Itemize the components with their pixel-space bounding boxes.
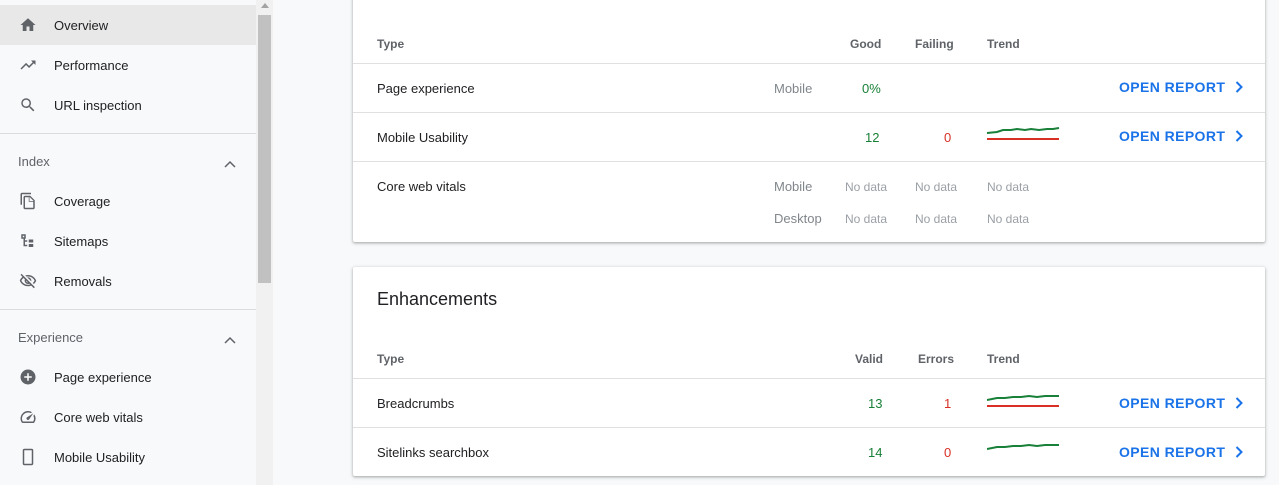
chevron-right-icon [1236, 81, 1244, 93]
nav-core-web-vitals-label: Core web vitals [54, 409, 143, 425]
row-type-sitelinks-searchbox: Sitelinks searchbox [377, 445, 489, 460]
row-divider [353, 378, 1265, 379]
row-good-value: 0% [862, 81, 881, 96]
add-circle-icon [19, 368, 37, 386]
nav-url-inspection[interactable]: URL inspection [0, 85, 256, 125]
visibility-off-icon [19, 272, 37, 290]
trend-valid-line [987, 394, 1059, 401]
open-report-button[interactable]: OPEN REPORT [1119, 395, 1244, 411]
row-divider [353, 112, 1265, 113]
section-experience[interactable]: Experience [0, 317, 256, 357]
trend-valid-line [987, 443, 1059, 450]
row-valid-value: 14 [868, 445, 883, 460]
open-report-button[interactable]: OPEN REPORT [1119, 79, 1244, 95]
trending-up-icon [19, 56, 37, 74]
open-report-label: OPEN REPORT [1119, 444, 1226, 460]
nav-performance[interactable]: Performance [0, 45, 256, 85]
col-header-trend: Trend [987, 352, 1020, 366]
row-type-page-experience: Page experience [377, 81, 475, 96]
nav-page-experience[interactable]: Page experience [0, 357, 256, 397]
row-divider [353, 427, 1265, 428]
open-report-label: OPEN REPORT [1119, 128, 1226, 144]
card-title: Enhancements [377, 289, 498, 309]
row-failing-nodata: No data [915, 212, 958, 226]
col-header-type: Type [377, 37, 405, 51]
row-device-mobile: Mobile [774, 179, 813, 194]
row-trend-nodata: No data [987, 180, 1030, 194]
row-good-nodata: No data [845, 212, 888, 226]
nav-sitemaps[interactable]: Sitemaps [0, 221, 256, 261]
row-valid-value: 13 [868, 396, 883, 411]
nav-coverage-label: Coverage [54, 193, 111, 209]
enhancements-card: Enhancements Type Valid Errors Trend Bre… [353, 267, 1265, 476]
col-header-type: Type [377, 352, 405, 366]
home-icon [19, 16, 37, 34]
nav-performance-label: Performance [54, 57, 129, 73]
trend-sparkline [987, 394, 1059, 407]
chevron-right-icon [1236, 130, 1244, 142]
section-index[interactable]: Index [0, 141, 256, 181]
sidebar-scrollbar[interactable] [256, 0, 273, 485]
nav-core-web-vitals[interactable]: Core web vitals [0, 397, 256, 437]
row-errors-value: 1 [944, 396, 952, 411]
row-device: Mobile [774, 81, 813, 96]
chevron-right-icon [1236, 446, 1244, 458]
row-trend-nodata: No data [987, 212, 1030, 226]
section-experience-label: Experience [18, 329, 84, 345]
col-header-trend: Trend [987, 37, 1020, 51]
nav-mobile-usability-label: Mobile Usability [54, 449, 146, 465]
nav-mobile-usability[interactable]: Mobile Usability [0, 437, 256, 477]
section-index-label: Index [18, 153, 50, 169]
trend-good-line [987, 127, 1060, 134]
sidebar: Overview Performance URL inspection Inde… [0, 0, 256, 485]
chevron-right-icon [1236, 397, 1244, 409]
scrollbar-thumb[interactable] [258, 15, 271, 283]
open-report-label: OPEN REPORT [1119, 79, 1226, 95]
chevron-up-icon[interactable] [224, 332, 236, 347]
open-report-button[interactable]: OPEN REPORT [1119, 444, 1244, 460]
nav-overview[interactable]: Overview [0, 5, 256, 45]
trend-sparkline [987, 127, 1060, 140]
experience-card: Type Good Failing Trend Page experience … [353, 0, 1265, 242]
nav-sitemaps-label: Sitemaps [54, 233, 109, 249]
row-failing-nodata: No data [915, 180, 958, 194]
search-icon [19, 96, 37, 114]
col-header-failing: Failing [915, 37, 954, 51]
smartphone-icon [19, 448, 37, 466]
row-type-core-web-vitals: Core web vitals [377, 179, 466, 194]
file-copy-icon [19, 192, 37, 210]
row-good-nodata: No data [845, 180, 888, 194]
row-divider [353, 161, 1265, 162]
nav-page-experience-label: Page experience [54, 369, 152, 385]
row-divider [353, 63, 1265, 64]
row-device-desktop: Desktop [774, 211, 822, 226]
row-good-value: 12 [865, 130, 880, 145]
row-type-mobile-usability: Mobile Usability [377, 130, 469, 145]
row-failing-value: 0 [944, 130, 952, 145]
col-header-valid: Valid [855, 352, 884, 366]
sitemap-icon [19, 232, 37, 250]
sidebar-divider [0, 309, 256, 310]
sidebar-divider [0, 133, 256, 134]
speed-gauge-icon [19, 408, 37, 426]
nav-removals[interactable]: Removals [0, 261, 256, 301]
scroll-up-arrow-icon[interactable] [261, 3, 269, 8]
open-report-label: OPEN REPORT [1119, 395, 1226, 411]
col-header-good: Good [850, 37, 882, 51]
nav-url-inspection-label: URL inspection [54, 97, 142, 113]
trend-sparkline [987, 443, 1059, 450]
row-errors-value: 0 [944, 445, 952, 460]
open-report-button[interactable]: OPEN REPORT [1119, 128, 1244, 144]
nav-removals-label: Removals [54, 273, 112, 289]
nav-overview-label: Overview [54, 17, 109, 33]
nav-coverage[interactable]: Coverage [0, 181, 256, 221]
col-header-errors: Errors [918, 352, 955, 366]
row-type-breadcrumbs: Breadcrumbs [377, 396, 455, 411]
chevron-up-icon[interactable] [224, 156, 236, 171]
